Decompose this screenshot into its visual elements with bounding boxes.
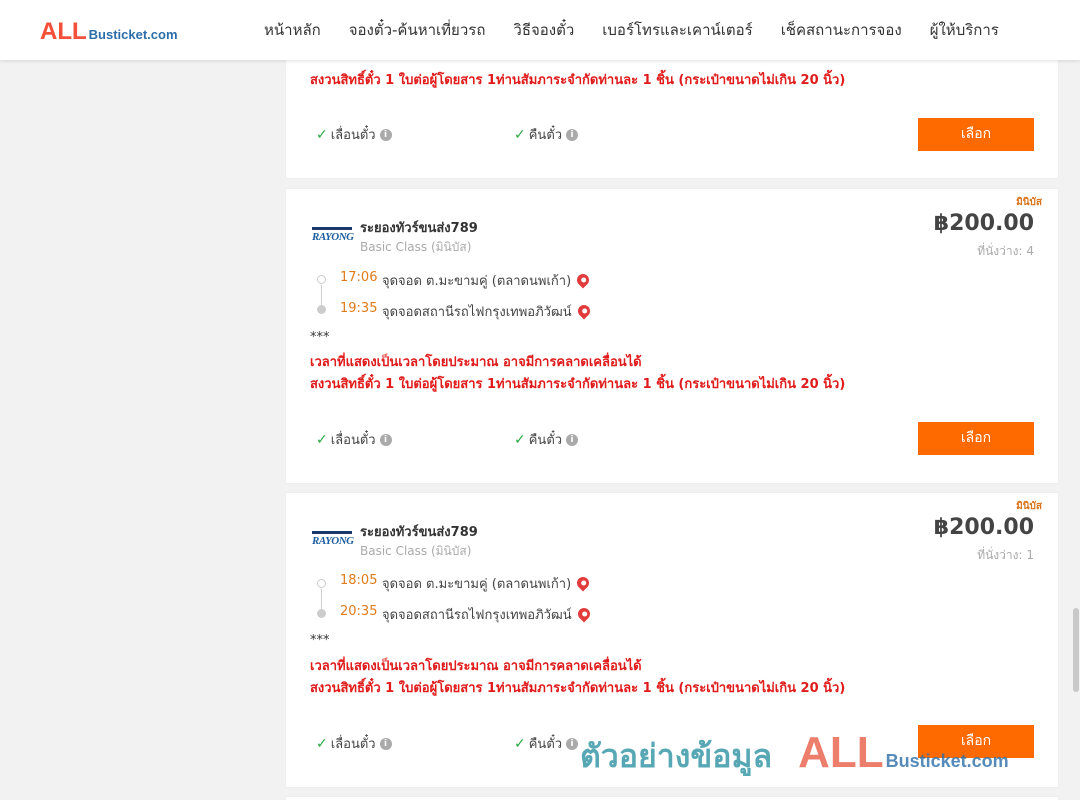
location-pin-icon[interactable] <box>574 271 592 289</box>
logo-sub-text: Busticket.com <box>88 27 178 42</box>
departure-dot <box>317 579 326 588</box>
remark-stars: *** <box>310 633 330 648</box>
operator-logo: RAYONG <box>312 531 354 549</box>
top-navigation-bar: ALL Busticket.com หน้าหลัก จองตั๋ว-ค้นหา… <box>0 0 1080 60</box>
location-pin-icon[interactable] <box>575 605 593 623</box>
location-pin-icon[interactable] <box>574 574 592 592</box>
page-scrollbar[interactable] <box>1072 60 1080 800</box>
departure-time: 17:06 <box>340 270 378 285</box>
refund-ticket-option: ✓ คืนตั๋ว i <box>514 429 579 450</box>
nav-how-to-book[interactable]: วิธีจองตั๋ว <box>513 18 574 42</box>
departure-place[interactable]: จุดจอด ต.มะขามคู่ (ตลาดนพเก้า) <box>382 573 592 594</box>
refund-ticket-option: ✓ คืนตั๋ว i <box>514 124 579 145</box>
change-ticket-label: เลื่อนตั๋ว <box>330 433 376 448</box>
vehicle-type-badge: มินิบัส <box>1016 501 1042 512</box>
main-nav: หน้าหลัก จองตั๋ว-ค้นหาเที่ยวรถ วิธีจองตั… <box>250 0 1013 60</box>
refund-ticket-label: คืนตั๋ว <box>528 128 563 143</box>
trip-card: มินิบัส RAYONG ระยองทัวร์ขนส่ง789 Basic … <box>286 189 1058 483</box>
time-approx-note: เวลาที่แสดงเป็นเวลาโดยประมาณ อาจมีการคลา… <box>310 659 642 674</box>
arrival-place[interactable]: จุดจอดสถานีรถไฟกรุงเทพอภิวัฒน์ <box>382 301 593 322</box>
select-button[interactable]: เลือก <box>918 422 1034 455</box>
trip-card: มินิบัส RAYONG ระยองทัวร์ขนส่ง789 Basic … <box>286 493 1058 787</box>
nav-home[interactable]: หน้าหลัก <box>264 18 321 42</box>
select-button[interactable]: เลือก <box>918 118 1034 151</box>
operator-name: ระยองทัวร์ขนส่ง789 <box>360 221 478 236</box>
info-icon[interactable]: i <box>379 737 392 750</box>
refund-ticket-option: ✓ คืนตั๋ว i <box>514 733 579 754</box>
ticket-price: ฿200.00 <box>933 211 1034 236</box>
nav-contacts-counters[interactable]: เบอร์โทรและเคาน์เตอร์ <box>602 18 752 42</box>
arrival-dot <box>317 305 326 314</box>
baggage-note: สงวนสิทธิ์ตั๋ว 1 ใบต่อผู้โดยสาร 1ท่านสัม… <box>310 377 846 392</box>
refund-ticket-label: คืนตั๋ว <box>528 433 563 448</box>
info-icon[interactable]: i <box>566 737 579 750</box>
location-pin-icon[interactable] <box>575 302 593 320</box>
refund-ticket-label: คืนตั๋ว <box>528 737 563 752</box>
info-icon[interactable]: i <box>566 433 579 446</box>
route-line <box>321 589 322 609</box>
site-logo[interactable]: ALL Busticket.com <box>40 18 178 46</box>
check-icon: ✓ <box>316 431 328 448</box>
route-line <box>321 285 322 305</box>
remark-stars: *** <box>310 330 330 345</box>
check-icon: ✓ <box>316 735 328 752</box>
vehicle-type-badge: มินิบัส <box>1016 197 1042 208</box>
nav-check-booking-status[interactable]: เช็คสถานะการจอง <box>781 18 902 42</box>
change-ticket-label: เลื่อนตั๋ว <box>330 128 376 143</box>
info-icon[interactable]: i <box>379 433 392 446</box>
baggage-note: สงวนสิทธิ์ตั๋ว 1 ใบต่อผู้โดยสาร 1ท่านสัม… <box>310 73 846 88</box>
change-ticket-option: ✓ เลื่อนตั๋ว i <box>316 429 392 450</box>
departure-time: 18:05 <box>340 573 378 588</box>
info-icon[interactable]: i <box>379 128 392 141</box>
departure-place[interactable]: จุดจอด ต.มะขามคู่ (ตลาดนพเก้า) <box>382 270 592 291</box>
departure-dot <box>317 275 326 284</box>
arrival-time: 20:35 <box>340 604 378 619</box>
check-icon: ✓ <box>514 431 526 448</box>
change-ticket-option: ✓ เลื่อนตั๋ว i <box>316 733 392 754</box>
scrollbar-thumb[interactable] <box>1073 608 1079 692</box>
baggage-note: สงวนสิทธิ์ตั๋ว 1 ใบต่อผู้โดยสาร 1ท่านสัม… <box>310 681 846 696</box>
time-approx-note: เวลาที่แสดงเป็นเวลาโดยประมาณ อาจมีการคลา… <box>310 355 642 370</box>
info-icon[interactable]: i <box>566 128 579 141</box>
operator-logo: RAYONG <box>312 227 354 245</box>
change-ticket-option: ✓ เลื่อนตั๋ว i <box>316 124 392 145</box>
check-icon: ✓ <box>514 735 526 752</box>
seats-available: ที่นั่งว่าง: 4 <box>977 244 1034 258</box>
check-icon: ✓ <box>316 126 328 143</box>
change-ticket-label: เลื่อนตั๋ว <box>330 737 376 752</box>
check-icon: ✓ <box>514 126 526 143</box>
trip-card-partial: สงวนสิทธิ์ตั๋ว 1 ใบต่อผู้โดยสาร 1ท่านสัม… <box>286 40 1058 178</box>
nav-operators[interactable]: ผู้ให้บริการ <box>930 18 999 42</box>
select-button[interactable]: เลือก <box>918 725 1034 758</box>
arrival-time: 19:35 <box>340 301 378 316</box>
bus-class: Basic Class (มินิบัส) <box>360 240 472 254</box>
arrival-dot <box>317 609 326 618</box>
logo-all-text: ALL <box>40 18 87 45</box>
seats-available: ที่นั่งว่าง: 1 <box>977 548 1034 562</box>
bus-class: Basic Class (มินิบัส) <box>360 544 472 558</box>
nav-booking-search[interactable]: จองตั๋ว-ค้นหาเที่ยวรถ <box>349 18 486 42</box>
operator-name: ระยองทัวร์ขนส่ง789 <box>360 525 478 540</box>
arrival-place[interactable]: จุดจอดสถานีรถไฟกรุงเทพอภิวัฒน์ <box>382 604 593 625</box>
ticket-price: ฿200.00 <box>933 515 1034 540</box>
